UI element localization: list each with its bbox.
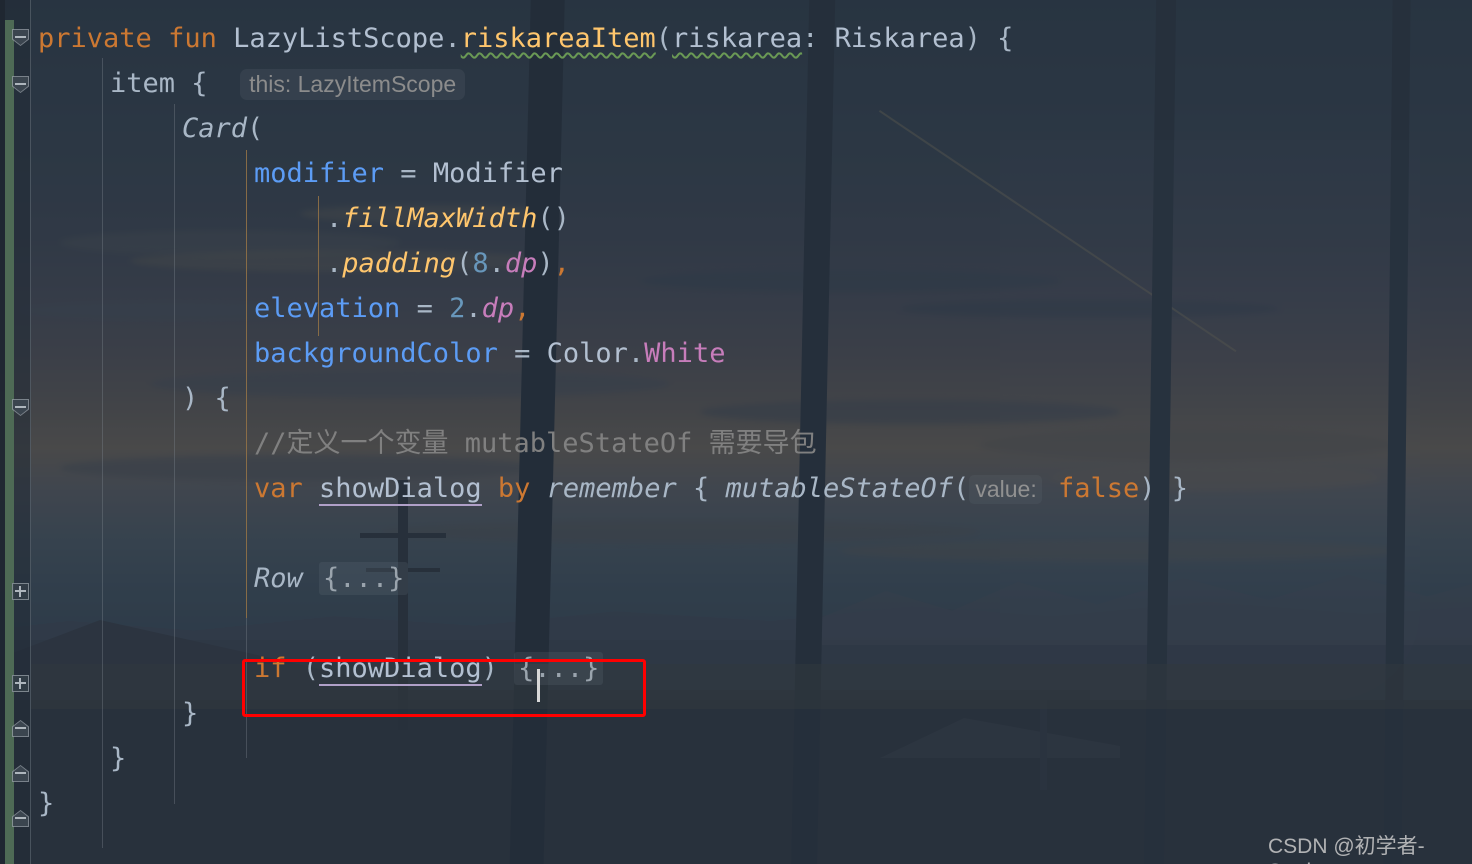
ide-code-editor-screenshot: private fun LazyListScope.riskareaItem(r… bbox=[0, 0, 1472, 864]
code-line[interactable]: if (showDialog) {...} bbox=[0, 646, 1472, 691]
code-token: . bbox=[465, 293, 482, 324]
code-content[interactable]: private fun LazyListScope.riskareaItem(r… bbox=[0, 0, 1472, 864]
code-line[interactable]: .fillMaxWidth() bbox=[0, 196, 1472, 241]
code-token: ( bbox=[456, 248, 473, 279]
code-token: Modifier bbox=[432, 158, 563, 189]
code-line[interactable]: modifier = Modifier bbox=[0, 151, 1472, 196]
code-token: 2 bbox=[449, 293, 466, 324]
code-token: , bbox=[553, 248, 570, 279]
code-token: fillMaxWidth bbox=[342, 203, 538, 234]
code-token: = bbox=[400, 293, 450, 324]
code-token: ) bbox=[481, 653, 515, 684]
code-token: : bbox=[802, 23, 835, 54]
code-token: modifier bbox=[254, 158, 385, 189]
code-token: . bbox=[627, 338, 645, 369]
code-token: //定义一个变量 mutableStateOf 需要导包 bbox=[254, 428, 817, 459]
code-token: padding bbox=[342, 248, 457, 279]
code-token: Riskarea bbox=[834, 23, 965, 54]
code-token: , bbox=[514, 293, 531, 324]
code-token: ) { bbox=[964, 23, 1014, 54]
code-line[interactable]: Row {...} bbox=[0, 556, 1472, 601]
code-token: ) } bbox=[1139, 473, 1189, 504]
code-token: dp bbox=[504, 248, 538, 279]
code-token: ( bbox=[247, 113, 264, 144]
code-token: remember bbox=[546, 473, 677, 504]
code-line[interactable] bbox=[0, 601, 1472, 646]
code-line[interactable]: item { this: LazyItemScope bbox=[0, 61, 1472, 106]
csdn-watermark: CSDN @初学者-Study bbox=[1268, 835, 1425, 864]
code-token: () bbox=[537, 203, 570, 234]
folded-region[interactable]: {...} bbox=[514, 652, 604, 685]
code-token: Card bbox=[182, 113, 248, 144]
code-token: } bbox=[182, 698, 199, 729]
code-token: dp bbox=[481, 293, 515, 324]
code-token: false bbox=[1057, 473, 1140, 504]
code-token: } bbox=[38, 788, 55, 819]
code-line[interactable]: Card( bbox=[0, 106, 1472, 151]
code-line[interactable] bbox=[0, 511, 1472, 556]
code-token: . bbox=[326, 248, 343, 279]
code-line[interactable]: elevation = 2.dp, bbox=[0, 286, 1472, 331]
code-token: = bbox=[384, 158, 433, 189]
code-token: mutableStateOf bbox=[725, 473, 954, 504]
code-token: ) { bbox=[182, 383, 231, 414]
code-token: . bbox=[488, 248, 505, 279]
text-caret bbox=[537, 669, 540, 702]
code-token: private bbox=[38, 23, 152, 54]
code-token: elevation bbox=[254, 293, 401, 324]
code-line[interactable]: } bbox=[0, 736, 1472, 781]
code-token: ( bbox=[655, 23, 673, 54]
code-token: item { bbox=[110, 68, 208, 99]
folded-region[interactable]: {...} bbox=[319, 562, 409, 595]
code-line[interactable]: ) { bbox=[0, 376, 1472, 421]
code-token: if bbox=[254, 653, 287, 684]
code-token: 8 bbox=[472, 248, 489, 279]
code-token: . bbox=[326, 203, 343, 234]
code-token: showDialog bbox=[319, 473, 482, 506]
code-token: LazyListScope bbox=[233, 23, 445, 54]
code-token: var bbox=[254, 473, 303, 504]
code-token: showDialog bbox=[319, 653, 482, 686]
code-token: backgroundColor bbox=[254, 338, 498, 369]
code-line[interactable]: //定义一个变量 mutableStateOf 需要导包 bbox=[0, 421, 1472, 466]
inlay-hint: this: LazyItemScope bbox=[240, 69, 466, 100]
code-token: riskareaItem bbox=[460, 23, 656, 54]
code-token: = bbox=[497, 338, 547, 369]
code-token: riskarea bbox=[672, 23, 803, 54]
code-line[interactable]: backgroundColor = Color.White bbox=[0, 331, 1472, 376]
code-token: ( bbox=[286, 653, 320, 684]
code-token: White bbox=[644, 338, 726, 369]
code-token: Color bbox=[546, 338, 628, 369]
code-token: Row bbox=[254, 563, 303, 594]
code-line[interactable]: var showDialog by remember { mutableStat… bbox=[0, 466, 1472, 511]
code-token: ) bbox=[537, 248, 554, 279]
code-token: ( bbox=[953, 473, 970, 504]
code-line[interactable]: } bbox=[0, 691, 1472, 736]
code-token: . bbox=[444, 23, 461, 54]
code-line[interactable]: } bbox=[0, 781, 1472, 826]
code-token: fun bbox=[168, 23, 217, 54]
code-line[interactable]: .padding(8.dp), bbox=[0, 241, 1472, 286]
code-token: by bbox=[497, 473, 531, 504]
code-token: { bbox=[676, 473, 726, 504]
code-token: } bbox=[110, 743, 127, 774]
inlay-hint: value: bbox=[969, 475, 1042, 504]
code-line[interactable]: private fun LazyListScope.riskareaItem(r… bbox=[0, 16, 1472, 61]
